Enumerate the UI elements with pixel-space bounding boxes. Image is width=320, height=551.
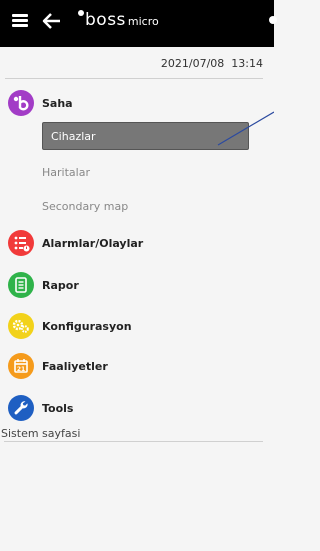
menu-faaliyetler[interactable]: 21 Faaliyetler: [8, 353, 108, 379]
submenu-cihazlar-label: Cihazlar: [51, 129, 96, 143]
logo-word: micro: [127, 15, 159, 28]
menu-tools-label: Tools: [42, 401, 74, 415]
calendar-icon: 21: [8, 353, 34, 379]
wrench-icon: [8, 395, 34, 421]
submenu-haritalar[interactable]: Haritalar: [42, 166, 90, 179]
divider: [5, 78, 263, 79]
menu-konfigurasyon[interactable]: Konfigurasyon: [8, 313, 132, 339]
logo-mark: boss: [85, 10, 126, 30]
back-arrow-icon[interactable]: [42, 12, 62, 30]
offscreen-indicator: [269, 16, 277, 24]
submenu-secondary-map[interactable]: Secondary map: [42, 200, 128, 213]
menu-alarmlar[interactable]: Alarmlar/Olaylar: [8, 230, 143, 256]
hamburger-menu-icon[interactable]: [12, 14, 28, 28]
menu-tools[interactable]: Tools: [8, 395, 73, 421]
menu-alarmlar-label: Alarmlar/Olaylar: [42, 236, 144, 250]
logo-dot: [78, 10, 84, 16]
pointer-line: [217, 111, 274, 146]
sistem-sayfasi-link[interactable]: Sistem sayfasi: [1, 427, 80, 440]
config-icon: [8, 313, 34, 339]
saha-icon: [8, 90, 34, 116]
datetime-label: 2021/07/08 13:14: [160, 57, 263, 70]
alarm-list-icon: [8, 230, 34, 256]
menu-faaliyetler-label: Faaliyetler: [42, 359, 108, 373]
menu-saha-label: Saha: [42, 96, 73, 110]
calendar-day: 21: [17, 366, 25, 373]
divider: [4, 441, 263, 442]
app-logo: boss micro: [78, 10, 159, 30]
menu-rapor[interactable]: Rapor: [8, 272, 79, 298]
menu-saha[interactable]: Saha: [8, 90, 73, 116]
menu-konfigurasyon-label: Konfigurasyon: [42, 319, 132, 333]
menu-rapor-label: Rapor: [42, 278, 79, 292]
report-icon: [8, 272, 34, 298]
top-bar: boss micro: [0, 0, 277, 47]
